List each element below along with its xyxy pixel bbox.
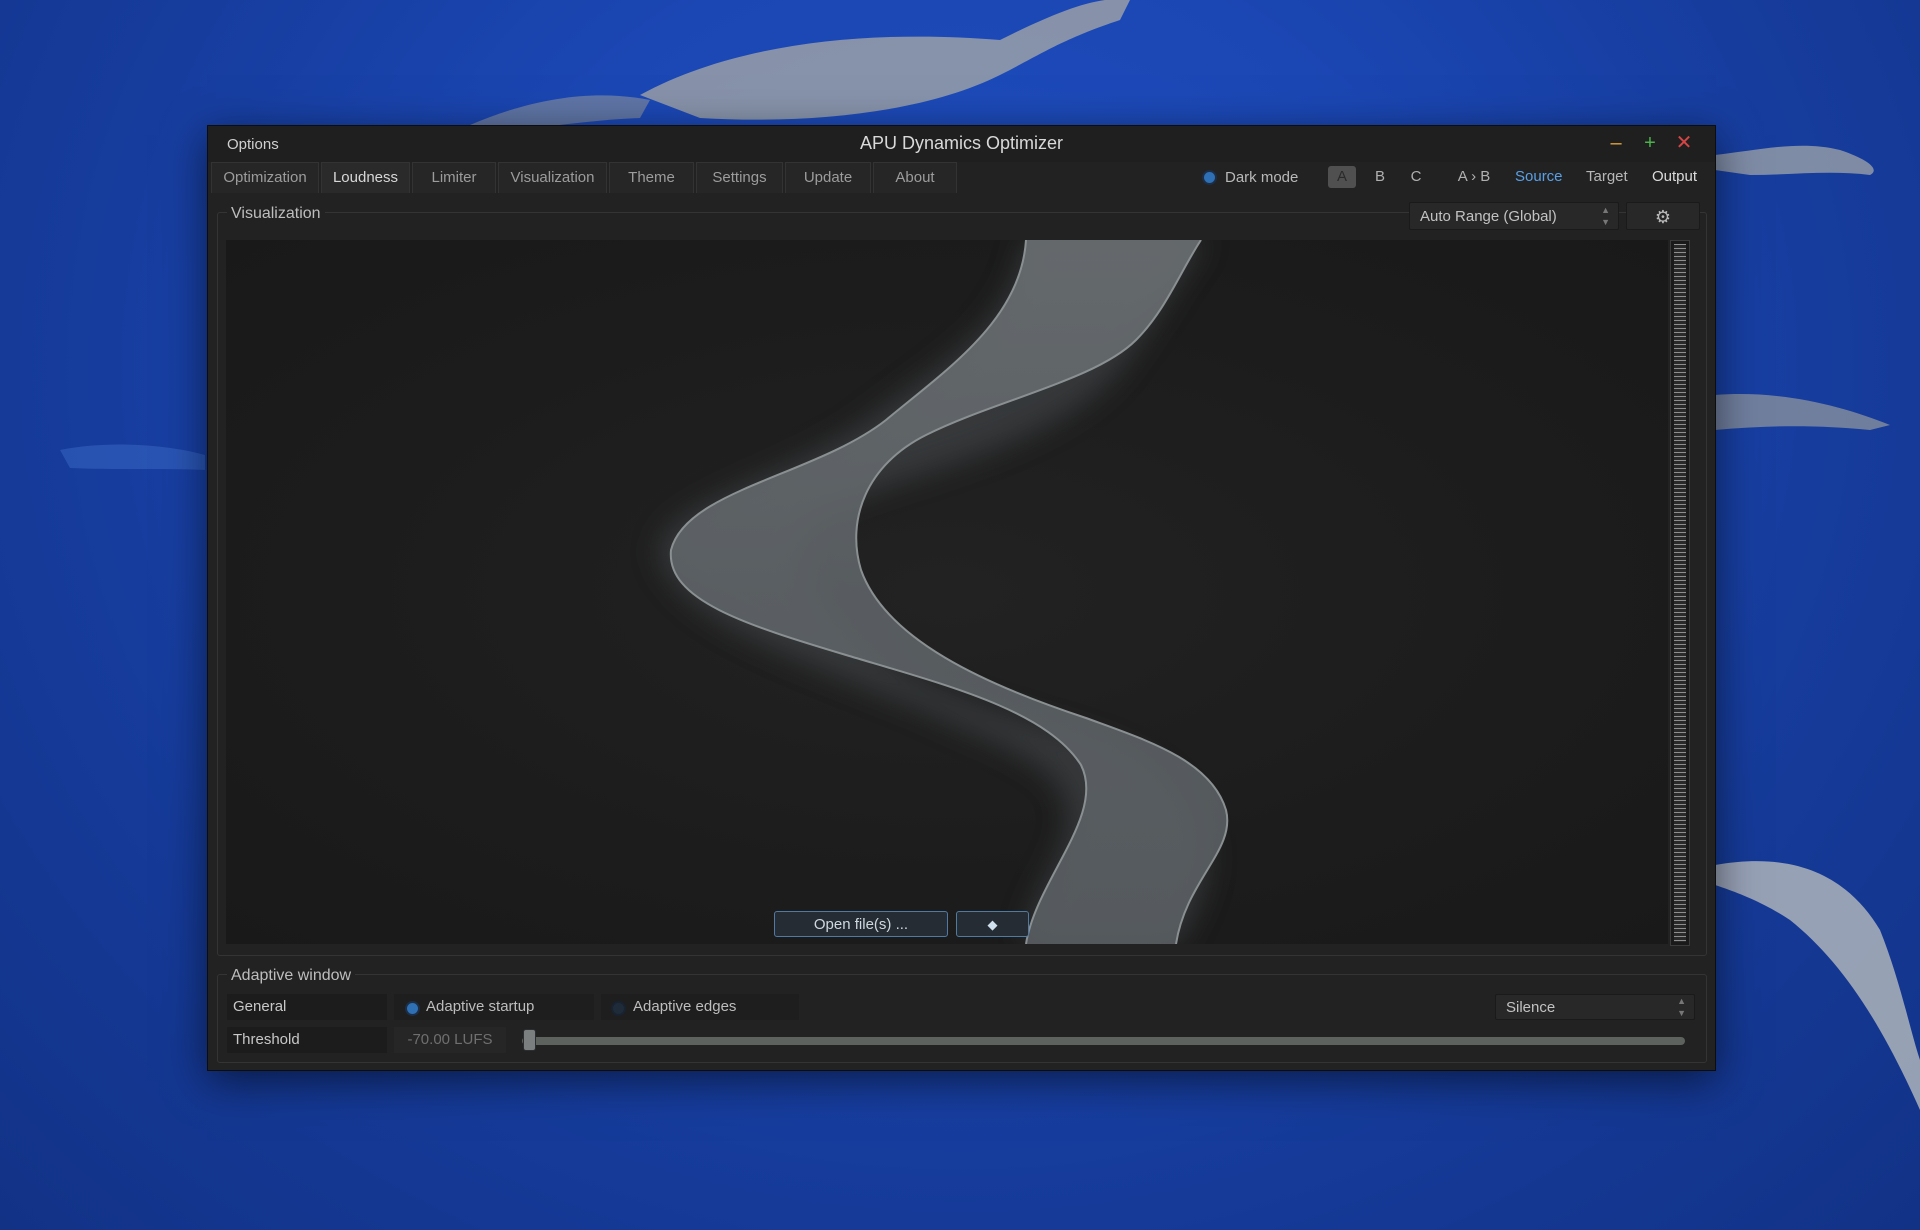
tab-theme[interactable]: Theme [609, 162, 694, 193]
tab-update[interactable]: Update [785, 162, 871, 193]
window-title: APU Dynamics Optimizer [859, 133, 1064, 153]
threshold-value-field[interactable]: -70.00 LUFS [394, 1027, 506, 1053]
compare-c-button[interactable]: C [1404, 166, 1428, 188]
general-label: General [227, 994, 387, 1020]
tab-loudness[interactable]: Loudness [321, 162, 410, 193]
tab-bar: Optimization Loudness Limiter Visualizat… [211, 162, 959, 194]
threshold-slider-track[interactable] [522, 1037, 1685, 1045]
view-source-link[interactable]: Source [1515, 166, 1563, 188]
options-menu[interactable]: Options [227, 136, 279, 153]
compare-b-button[interactable]: B [1368, 166, 1392, 188]
tab-optimization[interactable]: Optimization [211, 162, 319, 193]
select-arrows-icon: ▲ ▼ [1601, 205, 1610, 227]
maximize-icon[interactable]: + [1639, 132, 1661, 154]
adaptive-mode-select[interactable]: Silence ▲ ▼ [1495, 994, 1695, 1020]
loudness-ribbon [659, 240, 1229, 944]
adaptive-window-title: Adaptive window [227, 967, 356, 985]
range-select-value: Auto Range (Global) [1420, 208, 1557, 225]
layers-icon: ◆ [987, 917, 998, 932]
close-icon[interactable]: ✕ [1673, 132, 1695, 154]
adaptive-startup-label: Adaptive startup [426, 998, 535, 1015]
compare-ab-button[interactable]: A › B [1448, 166, 1500, 188]
adaptive-mode-value: Silence [1506, 999, 1556, 1016]
gear-icon: ⚙ [1654, 207, 1672, 227]
adaptive-edges-label: Adaptive edges [633, 998, 737, 1015]
minimize-icon[interactable]: – [1605, 132, 1627, 154]
threshold-slider-handle[interactable] [523, 1029, 536, 1051]
visualization-panel-title: Visualization [227, 205, 325, 223]
open-files-button[interactable]: Open file(s) ... [774, 911, 948, 937]
tab-settings[interactable]: Settings [696, 162, 783, 193]
tab-limiter[interactable]: Limiter [412, 162, 496, 193]
adaptive-edges-radio[interactable] [611, 1001, 626, 1016]
loudness-visualization[interactable] [226, 240, 1668, 944]
level-meter-fill [1674, 244, 1686, 942]
title-bar[interactable]: Options APU Dynamics Optimizer – + ✕ [208, 126, 1715, 162]
tab-visualization[interactable]: Visualization [498, 162, 607, 193]
level-meter [1670, 240, 1690, 946]
compare-a-button[interactable]: A [1328, 166, 1356, 188]
dark-mode-radio[interactable] [1202, 170, 1217, 185]
viz-settings-button[interactable]: ⚙ [1626, 202, 1700, 230]
app-window: Options APU Dynamics Optimizer – + ✕ Opt… [207, 125, 1716, 1071]
tab-about[interactable]: About [873, 162, 957, 193]
threshold-label: Threshold [227, 1027, 387, 1053]
select-arrows-icon: ▲ ▼ [1677, 996, 1686, 1018]
dark-mode-label[interactable]: Dark mode [1225, 166, 1298, 190]
adaptive-startup-radio[interactable] [405, 1001, 420, 1016]
adaptive-startup-option[interactable]: Adaptive startup [394, 994, 594, 1020]
view-output-link[interactable]: Output [1652, 166, 1697, 188]
view-target-link[interactable]: Target [1586, 166, 1628, 188]
layers-button[interactable]: ◆ [956, 911, 1029, 937]
adaptive-edges-option[interactable]: Adaptive edges [601, 994, 799, 1020]
range-select[interactable]: Auto Range (Global) ▲ ▼ [1409, 202, 1619, 230]
